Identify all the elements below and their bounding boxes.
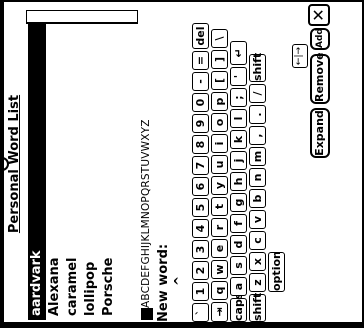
alphabet-index-icon (141, 308, 153, 320)
key-5[interactable]: v (249, 210, 266, 229)
list-item[interactable]: caramel (64, 24, 82, 320)
list-item[interactable]: Porsche (100, 24, 118, 320)
key-12[interactable]: ' (230, 67, 247, 86)
key-7[interactable]: y (211, 176, 228, 195)
key-5[interactable]: r (211, 218, 228, 237)
key-8[interactable]: 7 (192, 156, 209, 175)
alphabet-index[interactable]: ABCDEFGHIJKLMNOPQRSTUVWXYZ (140, 119, 152, 308)
key-4[interactable]: 3 (192, 240, 209, 259)
key-14[interactable]: del (192, 23, 209, 49)
screen: Personal Word List aardvark Alexana cara… (0, 0, 364, 328)
key-3[interactable]: 2 (192, 261, 209, 280)
window-shadow-bottom (0, 322, 364, 328)
key-11[interactable]: p (211, 92, 228, 111)
key-7[interactable]: 6 (192, 177, 209, 196)
key-2[interactable]: z (249, 273, 266, 292)
key-1[interactable]: ⇥ (211, 302, 228, 322)
key-8[interactable]: u (211, 155, 228, 174)
key-6[interactable]: t (211, 197, 228, 216)
key-10[interactable]: . (249, 105, 266, 124)
key-2[interactable]: a (230, 277, 247, 296)
key-9[interactable]: , (249, 126, 266, 145)
key-11[interactable]: ; (230, 88, 247, 107)
key-5[interactable]: 4 (192, 219, 209, 238)
key-3[interactable]: w (211, 260, 228, 279)
list-item[interactable]: Alexana (46, 24, 64, 320)
key-9[interactable]: k (230, 130, 247, 149)
key-4[interactable]: c (249, 231, 266, 250)
expand-button[interactable]: Expand (310, 108, 330, 158)
key-13[interactable]: ] (211, 50, 228, 69)
key-12[interactable]: shift (249, 53, 266, 82)
key-9[interactable]: 8 (192, 135, 209, 154)
add-button[interactable]: Add (310, 28, 330, 50)
key-2[interactable]: 1 (192, 282, 209, 301)
key-10[interactable]: 9 (192, 114, 209, 133)
key-2[interactable]: q (211, 281, 228, 300)
key-4[interactable]: d (230, 235, 247, 254)
key-3[interactable]: s (230, 256, 247, 275)
key-9[interactable]: i (211, 134, 228, 153)
key-6[interactable]: g (230, 193, 247, 212)
key-10[interactable]: l (230, 109, 247, 128)
key-1[interactable]: shift (249, 293, 266, 322)
key-4[interactable]: e (211, 239, 228, 258)
key-1[interactable]: ` (192, 303, 209, 322)
key-8[interactable]: j (230, 151, 247, 170)
key-14[interactable]: \ (211, 29, 228, 48)
key-7[interactable]: n (249, 168, 266, 187)
key-11[interactable]: 0 (192, 93, 209, 112)
window-shadow-left (0, 0, 4, 328)
arrow-keys[interactable]: ←|→ (292, 44, 308, 68)
dialog-title: Personal Word List (7, 94, 22, 234)
key-12[interactable]: - (192, 72, 209, 91)
list-item-selected[interactable]: aardvark (28, 24, 46, 320)
word-list-dialog: Personal Word List aardvark Alexana cara… (0, 0, 364, 328)
key-11[interactable]: / (249, 84, 266, 103)
list-item[interactable]: lollipop (82, 24, 100, 320)
onscreen-keyboard: ` 1 2 3 4 5 6 7 8 9 0 - = del ⇥ q w e r t y u i o p [] \ caps a s d f g h… (192, 0, 302, 322)
key-12[interactable]: [ (211, 71, 228, 90)
key-8[interactable]: m (249, 147, 266, 166)
key-7[interactable]: h (230, 172, 247, 191)
close-icon[interactable]: ✕ (308, 4, 330, 26)
remove-button[interactable]: Remove (310, 52, 330, 104)
list-scrollbar[interactable] (26, 10, 138, 24)
new-word-label: New word: (156, 243, 171, 322)
key-13[interactable]: ↵ (230, 41, 247, 65)
key-1[interactable]: caps (230, 293, 247, 322)
key-6[interactable]: b (249, 189, 266, 208)
key-3[interactable]: x (249, 252, 266, 271)
new-word-caret[interactable]: ^ (172, 276, 186, 286)
key-6[interactable]: 5 (192, 198, 209, 217)
key-10[interactable]: o (211, 113, 228, 132)
key-13[interactable]: = (192, 51, 209, 70)
key-1[interactable]: option (268, 251, 285, 292)
key-5[interactable]: f (230, 214, 247, 233)
word-list[interactable]: aardvark Alexana caramel lollipop Porsch… (26, 22, 138, 320)
